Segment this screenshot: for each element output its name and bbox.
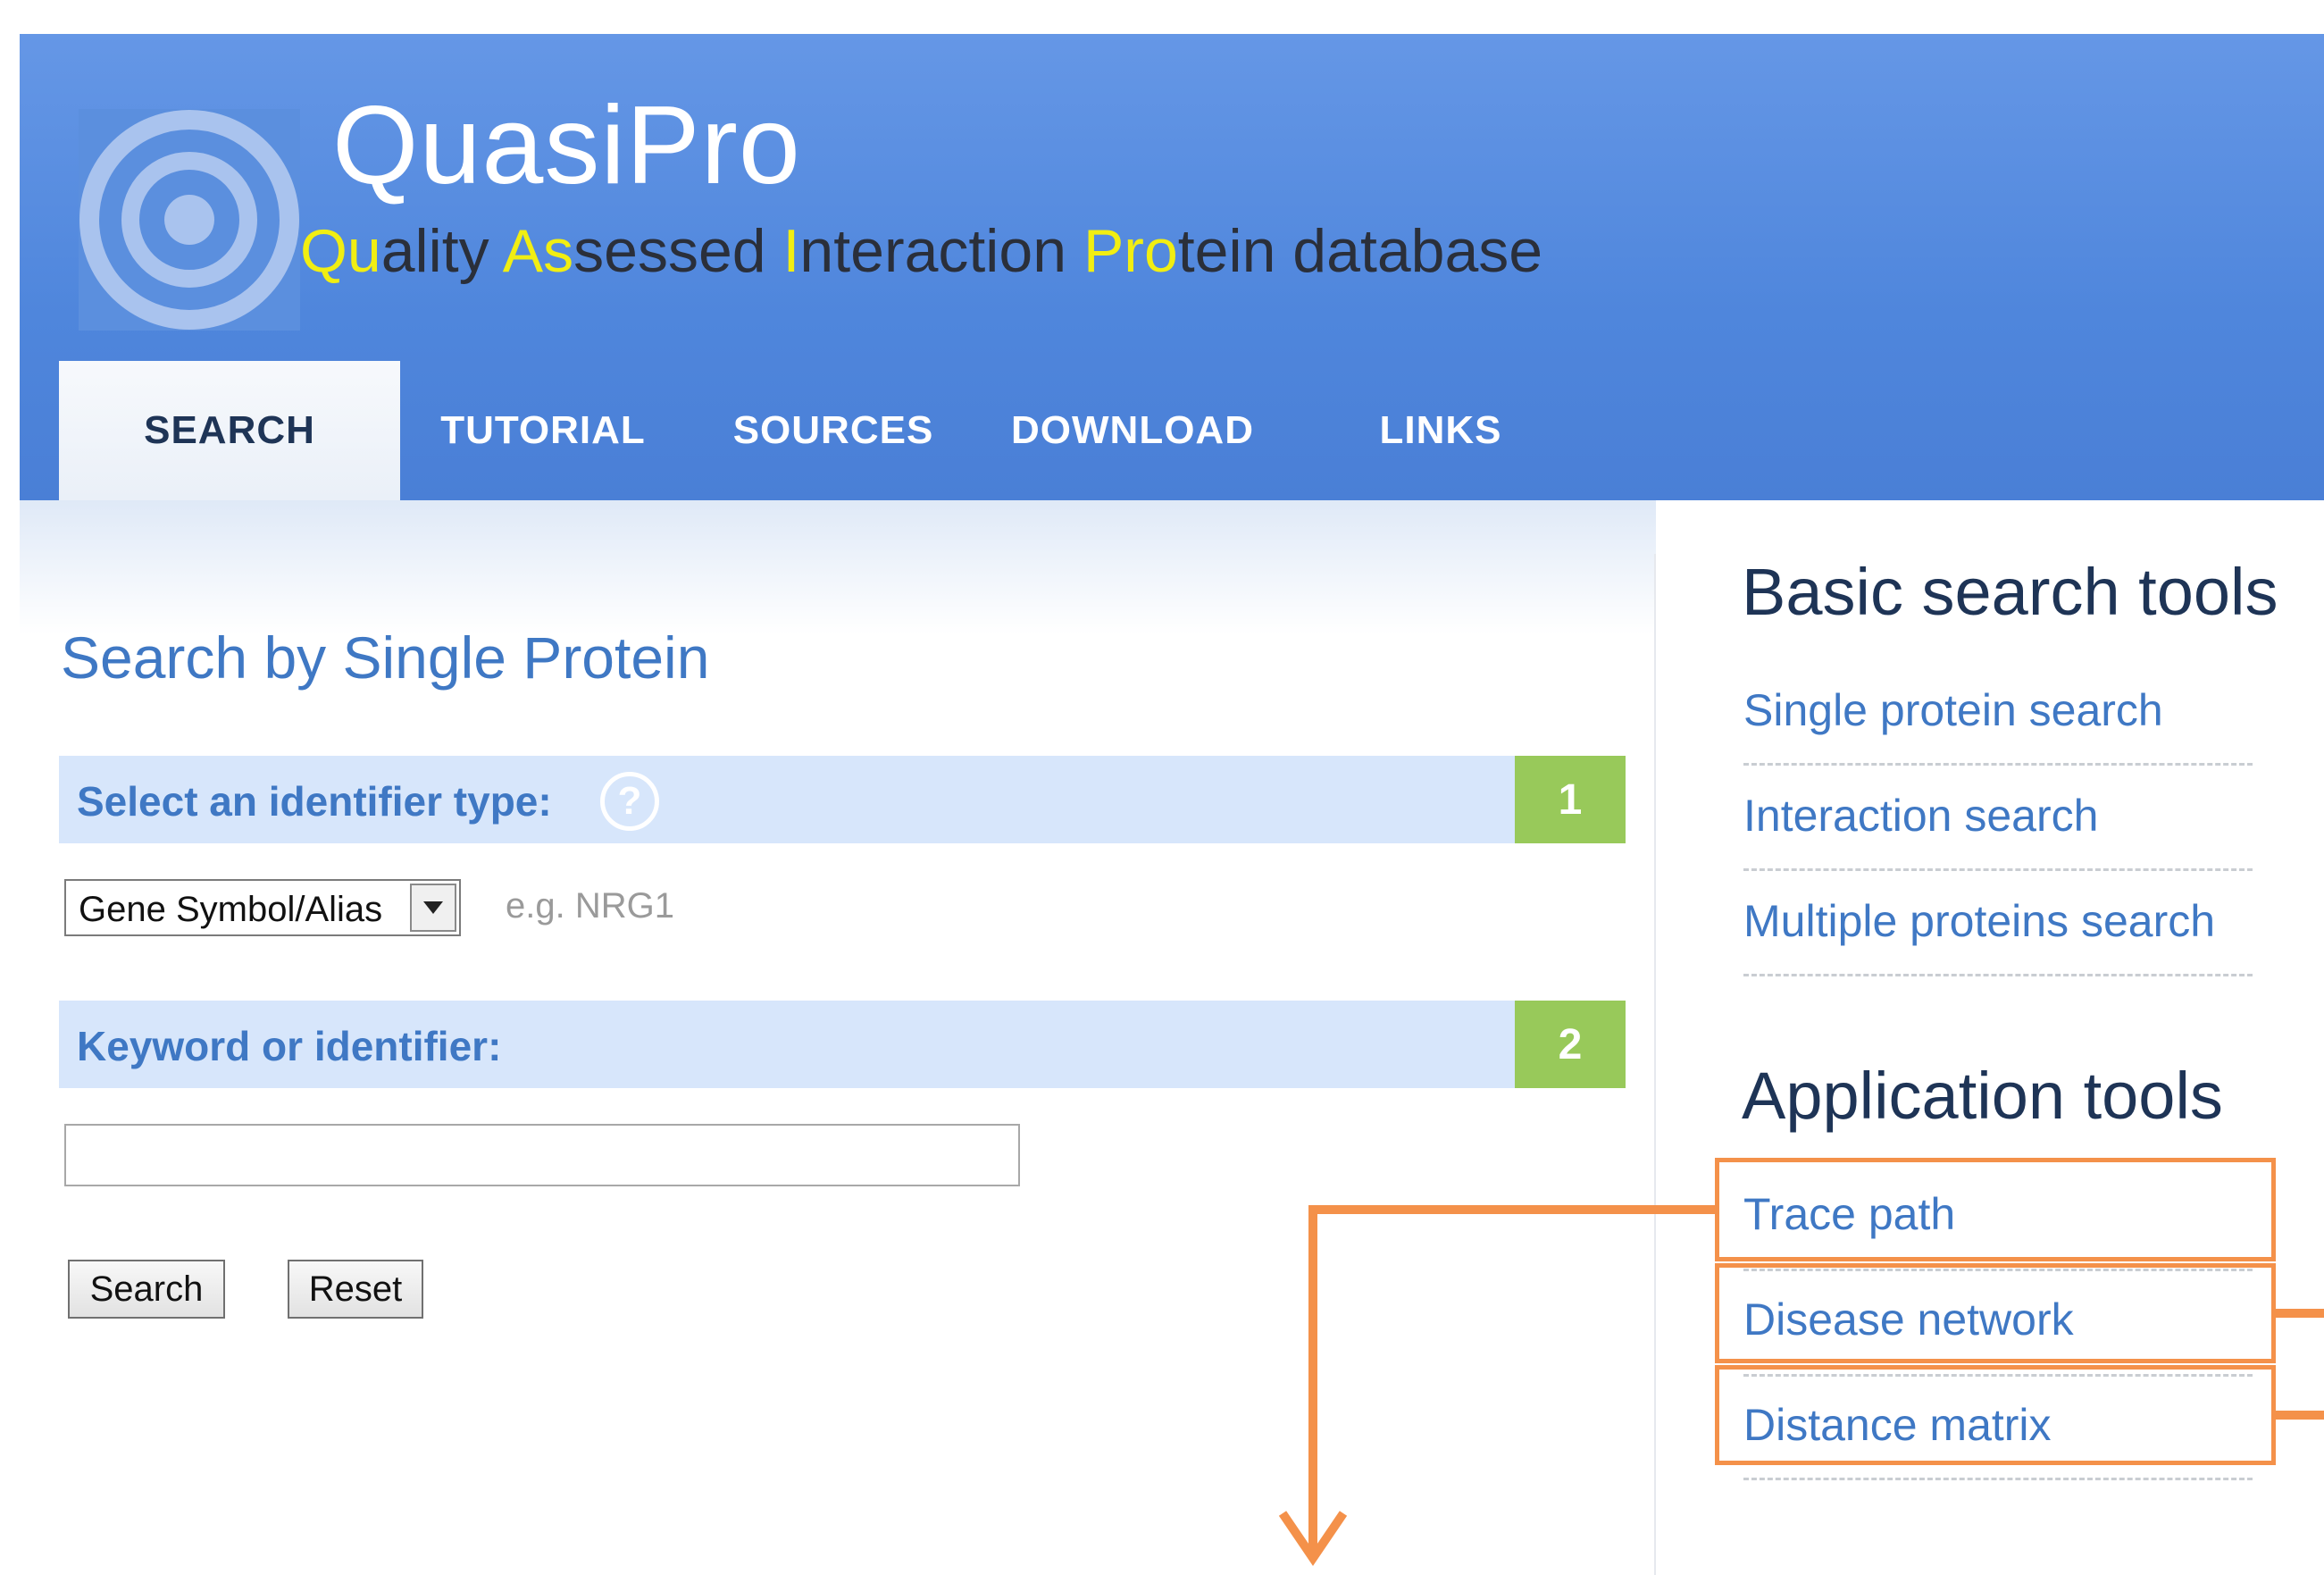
trace-path-arrow-line	[1308, 1205, 1715, 1554]
annotation-arrows	[1278, 1205, 2324, 1566]
